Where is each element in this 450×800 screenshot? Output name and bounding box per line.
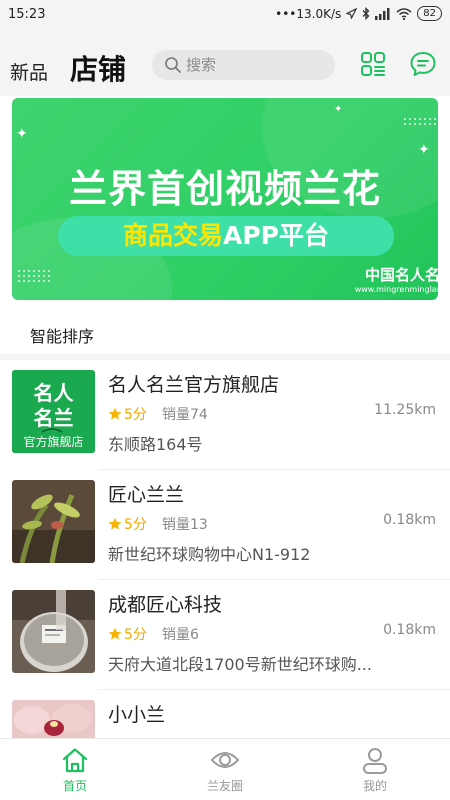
tab-label: 我的 xyxy=(362,779,387,793)
shop-photo xyxy=(12,480,95,563)
banner-subtitle-highlight: 商品交易 xyxy=(122,221,223,250)
message-bubble-icon[interactable] xyxy=(409,50,437,78)
shop-list-item[interactable]: 小小兰 xyxy=(0,690,450,738)
shop-photo xyxy=(12,700,95,738)
sort-smart-button[interactable]: 智能排序 xyxy=(30,323,94,347)
shop-address: 新世纪环球购物中心N1-912 xyxy=(108,545,311,564)
shop-rating: 5分 xyxy=(108,514,147,534)
shop-rating: 5分 xyxy=(108,404,147,424)
top-header: 新品 店铺 xyxy=(0,30,450,96)
rating-value: 5分 xyxy=(124,517,147,533)
home-icon xyxy=(62,748,88,773)
star-icon xyxy=(108,517,122,530)
tab-new-products[interactable]: 新品 xyxy=(10,58,48,85)
shop-name: 名人名兰官方旗舰店 xyxy=(108,374,280,396)
shop-address: 东顺路164号 xyxy=(108,435,203,454)
tab-mine[interactable]: 我的 xyxy=(300,739,450,800)
banner-url: www.mingrenminglar xyxy=(354,285,438,294)
search-box[interactable] xyxy=(152,50,335,80)
status-bar: 15:23 •••13.0K/s 82 xyxy=(0,0,450,30)
bluetooth-icon xyxy=(362,7,370,20)
sparkle-icon: ✦ xyxy=(16,126,28,142)
rating-value: 5分 xyxy=(124,627,147,643)
location-icon xyxy=(346,8,358,19)
status-right: •••13.0K/s 82 xyxy=(275,6,442,21)
shop-photo xyxy=(12,590,95,673)
banner-subtitle: 商品交易APP平台 xyxy=(58,216,394,256)
bottom-tab-bar: 首页 兰友圈 我的 xyxy=(0,738,450,800)
shop-distance: 0.18km xyxy=(383,512,436,528)
shop-name: 匠心兰兰 xyxy=(108,484,185,506)
wifi-icon xyxy=(396,7,412,20)
tab-label: 兰友圈 xyxy=(206,779,243,793)
logo-text: 名人 xyxy=(34,381,75,405)
shop-sales: 销量13 xyxy=(162,517,208,533)
rating-value: 5分 xyxy=(124,407,147,423)
shop-sales: 销量74 xyxy=(162,407,208,423)
network-speed: •••13.0K/s xyxy=(275,6,342,21)
promo-banner[interactable]: ✦ ✦ ✦ 兰界首创视频兰花 商品交易APP平台 中国名人名 www.mingr… xyxy=(12,98,438,300)
banner-title: 兰界首创视频兰花 xyxy=(68,167,381,211)
shop-name: 小小兰 xyxy=(108,704,166,726)
star-icon xyxy=(108,627,122,640)
sparkle-icon: ✦ xyxy=(334,104,343,115)
logo-text: 名兰 xyxy=(34,406,74,430)
logo-text: 官方旗舰店 xyxy=(23,434,83,449)
shop-rating: 5分 xyxy=(108,624,147,644)
shop-list: 名人 名兰 官方旗舰店 名人名兰官方旗舰店 5分 销量74 11.25km 东顺… xyxy=(0,360,450,738)
user-icon xyxy=(363,748,387,774)
banner-brand: 中国名人名 xyxy=(364,266,438,284)
shop-address: 天府大道北段1700号新世纪环球购... xyxy=(108,655,372,674)
grid-apps-icon[interactable] xyxy=(359,50,387,78)
shop-distance: 11.25km xyxy=(374,402,436,418)
sort-bar: 智能排序 xyxy=(0,308,450,356)
search-icon xyxy=(165,57,181,73)
shop-sales: 销量6 xyxy=(162,627,199,643)
shop-list-item[interactable]: 匠心兰兰 5分 销量13 0.18km 新世纪环球购物中心N1-912 xyxy=(0,470,450,580)
shop-logo: 名人 名兰 官方旗舰店 xyxy=(12,370,95,453)
search-input[interactable] xyxy=(186,54,326,76)
tab-shops[interactable]: 店铺 xyxy=(70,48,126,88)
dot-pattern xyxy=(404,118,436,125)
shop-name: 成都匠心科技 xyxy=(108,594,223,616)
shop-list-item[interactable]: 成都匠心科技 5分 销量6 0.18km 天府大道北段1700号新世纪环球购..… xyxy=(0,580,450,690)
dot-pattern xyxy=(18,270,50,282)
banner-subtitle-rest: APP平台 xyxy=(223,221,329,250)
sparkle-icon: ✦ xyxy=(418,142,430,158)
status-time: 15:23 xyxy=(8,7,46,22)
signal-icon xyxy=(375,7,390,20)
shop-list-item[interactable]: 名人 名兰 官方旗舰店 名人名兰官方旗舰店 5分 销量74 11.25km 东顺… xyxy=(0,360,450,470)
tab-label: 首页 xyxy=(62,779,87,793)
tab-home[interactable]: 首页 xyxy=(0,739,150,800)
eye-icon xyxy=(210,752,240,768)
shop-distance: 0.18km xyxy=(383,622,436,638)
battery-indicator: 82 xyxy=(417,6,442,21)
tab-orchid-circle[interactable]: 兰友圈 xyxy=(150,739,300,800)
star-icon xyxy=(108,407,122,420)
